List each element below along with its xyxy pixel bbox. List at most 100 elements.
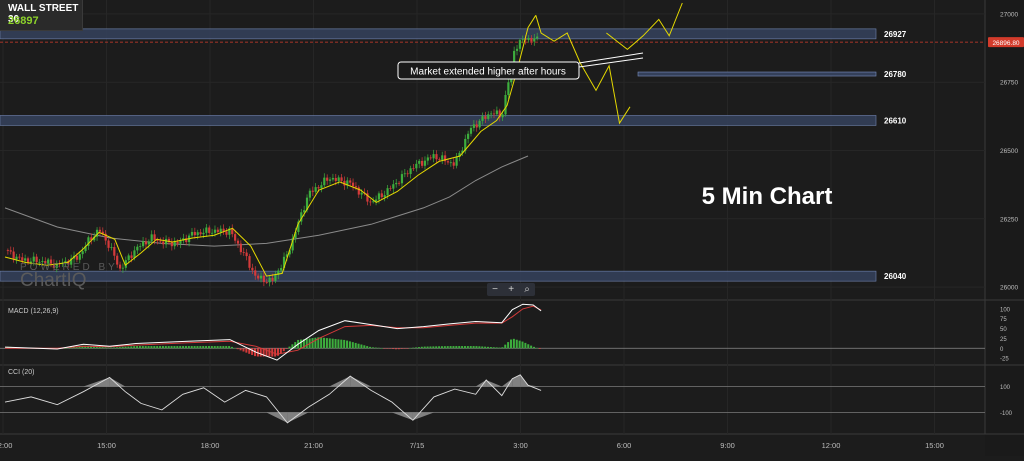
candle-body <box>504 94 507 115</box>
candle-body <box>432 154 435 159</box>
annotation-pointer <box>578 52 644 64</box>
macd-histogram-bar <box>184 346 187 349</box>
candle-body <box>349 180 352 183</box>
macd-histogram-bar <box>64 348 67 349</box>
candle-body <box>98 229 102 232</box>
macd-histogram-bar <box>334 339 337 349</box>
macd-histogram-bar <box>127 346 130 349</box>
time-tick-label: 18:00 <box>201 441 220 450</box>
candle-body <box>326 177 329 181</box>
chart-stage: 12:00 15:00 18:00 21:00 7/15 3:00 6:00 9:00 12:0… <box>0 0 1024 456</box>
candle-body <box>438 159 441 161</box>
candle-body <box>403 173 406 175</box>
macd-histogram-bar <box>374 347 377 349</box>
macd-histogram-bar <box>268 348 271 357</box>
macd-histogram-bar <box>222 346 225 349</box>
cci-fill <box>475 380 487 387</box>
macd-histogram-bar <box>533 346 536 349</box>
macd-histogram-bar <box>159 346 162 349</box>
candle-body <box>170 242 173 247</box>
macd-histogram-bar <box>409 347 412 349</box>
macd-histogram-bar <box>475 346 478 349</box>
cci-fill <box>486 380 502 387</box>
macd-histogram-bar <box>242 348 245 352</box>
level-band <box>0 28 877 40</box>
macd-histogram-bar <box>440 346 443 349</box>
macd-histogram-bar <box>527 344 530 349</box>
macd-histogram-bar <box>466 346 469 349</box>
macd-histogram-bar <box>305 338 308 349</box>
candle-body <box>527 37 530 41</box>
macd-tick-label: 25 <box>1000 337 1007 343</box>
zoom-reset-icon[interactable]: ⌕ <box>524 283 530 296</box>
macd-histogram-bar <box>282 348 285 352</box>
macd-histogram-bar <box>323 337 326 349</box>
macd-histogram-bar <box>187 346 190 349</box>
macd-histogram-bar <box>366 346 369 349</box>
level-label: 26927 <box>884 30 907 39</box>
candle-body <box>173 241 176 247</box>
candle-body <box>21 257 24 261</box>
macd-histogram-bar <box>101 347 104 349</box>
zoom-in-button[interactable]: + <box>508 283 514 296</box>
candle-body <box>360 192 363 195</box>
candle-body <box>127 255 130 261</box>
candle-body <box>176 241 179 244</box>
candle-body <box>153 234 156 241</box>
candle-body <box>162 241 165 245</box>
time-tick-label: 12:00 <box>822 441 841 450</box>
candle-body <box>239 243 242 253</box>
candle-body <box>397 182 401 184</box>
macd-histogram-bar <box>386 348 389 349</box>
watermark-line2: ChartIQ <box>20 270 87 291</box>
candle-body <box>164 238 168 245</box>
time-tick-label: 9:00 <box>720 441 735 450</box>
macd-histogram-bar <box>415 347 418 349</box>
macd-histogram-bar <box>285 348 288 349</box>
candle-body <box>159 240 162 242</box>
macd-histogram-bar <box>182 346 185 349</box>
candle-body <box>78 254 81 260</box>
candle-body <box>141 241 145 247</box>
last-price: 26897 <box>8 15 39 27</box>
candle-body <box>113 246 116 256</box>
zoom-out-button[interactable]: − <box>492 283 498 296</box>
candle-body <box>536 36 539 39</box>
macd-histogram-bar <box>369 346 372 349</box>
candle-body <box>15 256 18 260</box>
macd-histogram-bar <box>167 346 170 349</box>
candle-body <box>213 229 217 233</box>
candle-body <box>323 177 326 186</box>
macd-tick-label: 100 <box>1000 307 1011 313</box>
macd-histogram-bar <box>377 347 380 349</box>
macd-histogram-bar <box>199 346 202 349</box>
candle-body <box>389 188 392 189</box>
macd-histogram-bar <box>230 346 233 349</box>
macd-histogram-bar <box>150 346 153 349</box>
macd-histogram-bar <box>463 346 466 349</box>
macd-histogram-bar <box>394 348 397 350</box>
macd-histogram-bar <box>314 337 317 349</box>
candle-body <box>280 268 283 271</box>
macd-histogram-bar <box>320 337 323 349</box>
candle-body <box>455 156 458 166</box>
candle-body <box>383 195 386 198</box>
candle-body <box>369 201 372 203</box>
candle-body <box>386 188 389 196</box>
time-tick-label: 12:00 <box>0 441 12 450</box>
candle-body <box>426 157 429 161</box>
macd-histogram-bar <box>113 347 116 349</box>
macd-histogram-bar <box>207 346 210 349</box>
zoom-controls: − + ⌕ <box>487 283 535 296</box>
candle-body <box>490 113 493 115</box>
macd-histogram-bar <box>124 346 127 349</box>
candle-body <box>515 48 519 51</box>
macd-histogram-bar <box>98 346 101 349</box>
candle-body <box>248 256 251 268</box>
chart-canvas: 12:00 15:00 18:00 21:00 7/15 3:00 6:00 9:00 12:0… <box>0 0 1024 456</box>
macd-tick-label: 75 <box>1000 317 1007 323</box>
macd-tick-label: 50 <box>1000 327 1007 333</box>
macd-histogram-bar <box>438 346 441 349</box>
macd-histogram-bar <box>389 348 392 349</box>
macd-histogram-bar <box>412 347 415 349</box>
